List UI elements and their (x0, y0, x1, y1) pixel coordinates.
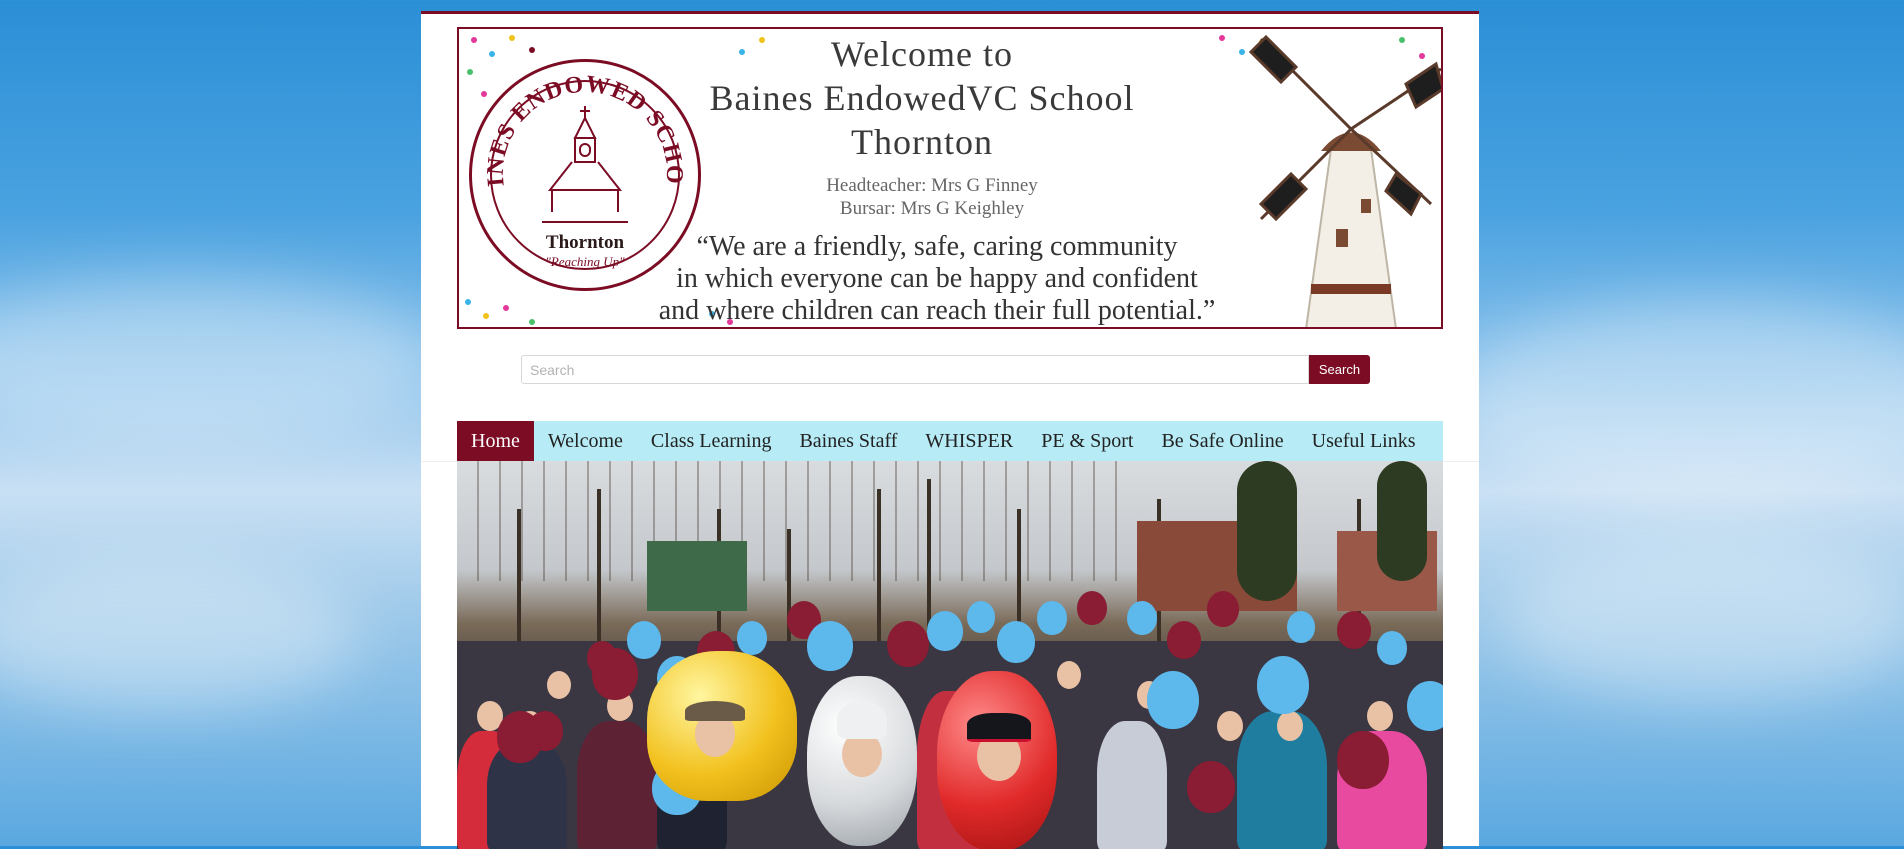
page-container: BAINES ENDOWED SCHOOL Thornton "Reaching… (421, 11, 1479, 849)
school-banner: BAINES ENDOWED SCHOOL Thornton "Reaching… (457, 27, 1443, 329)
windmill-icon (1248, 34, 1441, 327)
background-cloud (0, 280, 440, 440)
search-button[interactable]: Search (1309, 355, 1370, 384)
background-cloud (0, 560, 360, 710)
nav-item-home[interactable]: Home (457, 421, 534, 461)
background-cloud (1500, 540, 1904, 700)
hero-photo-celebration (457, 461, 1443, 849)
nav-item-baines-staff[interactable]: Baines Staff (785, 421, 911, 461)
search-form: Search (521, 355, 1370, 384)
nav-item-welcome[interactable]: Welcome (534, 421, 637, 461)
nav-item-be-safe-online[interactable]: Be Safe Online (1147, 421, 1297, 461)
search-input[interactable] (521, 355, 1309, 384)
nav-item-whisper[interactable]: WHISPER (911, 421, 1027, 461)
nav-item-pe-sport[interactable]: PE & Sport (1027, 421, 1147, 461)
background-cloud (1450, 300, 1904, 500)
nav-item-class-learning[interactable]: Class Learning (637, 421, 786, 461)
nav-item-useful-links[interactable]: Useful Links (1298, 421, 1430, 461)
main-navigation: Home Welcome Class Learning Baines Staff… (457, 421, 1443, 461)
